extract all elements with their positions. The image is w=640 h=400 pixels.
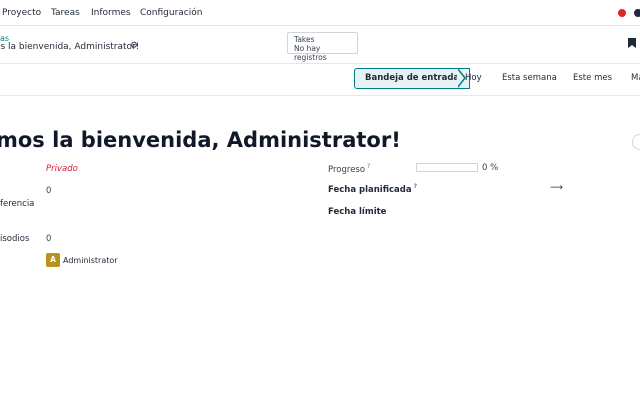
field-label: ferencia (0, 199, 35, 209)
takes-smart-button[interactable]: Takes No hay registros (287, 32, 358, 62)
chatter-toggle-button[interactable] (632, 134, 640, 150)
takes-value: No hay registros (294, 44, 327, 62)
takes-title: Takes (294, 35, 315, 44)
stage-esta-semana[interactable]: Esta semana (502, 68, 557, 89)
deadline-label: Fecha límite (328, 207, 387, 217)
top-navbar: Proyecto Tareas Informes Configuración (0, 0, 640, 26)
record-title[interactable]: mos la bienvenida, Administrator! (0, 128, 401, 152)
avatar: A (46, 253, 60, 267)
assignee-value[interactable]: Administrator (63, 256, 118, 265)
breadcrumb-current: os la bienvenida, Administrator! (0, 42, 140, 52)
privacy-value[interactable]: Privado (46, 164, 78, 174)
menu-tareas[interactable]: Tareas (51, 8, 80, 18)
status-dot-icon[interactable] (618, 9, 626, 17)
help-icon: ? (367, 163, 371, 170)
help-icon: ? (413, 183, 418, 190)
divider (0, 95, 640, 96)
stage-este-mes[interactable]: Este mes (573, 68, 612, 89)
stage-arrow-fill-icon (457, 69, 464, 87)
progress-label: Progreso? (328, 163, 371, 175)
planned-date-label: Fecha planificada? (328, 183, 418, 195)
gear-icon[interactable]: ⚙ (130, 41, 138, 51)
episodes-value[interactable]: 0 (46, 234, 51, 244)
field-value[interactable]: 0 (46, 186, 51, 196)
menu-informes[interactable]: Informes (91, 8, 131, 18)
user-menu-icon[interactable] (634, 9, 640, 17)
field-label-episodes: isodios (0, 234, 30, 244)
menu-configuracion[interactable]: Configuración (140, 8, 202, 18)
stage-bandeja-de-entrada[interactable]: Bandeja de entrada (354, 68, 471, 89)
progress-value: 0 % (482, 163, 499, 173)
menu-proyecto[interactable]: Proyecto (2, 8, 41, 18)
divider (0, 63, 640, 64)
stage-ma[interactable]: Ma (631, 68, 640, 89)
bookmark-icon[interactable] (628, 38, 636, 51)
stage-hoy[interactable]: Hoy (465, 68, 482, 89)
progress-bar (416, 163, 478, 172)
arrow-right-icon: ⟶ (550, 183, 563, 193)
